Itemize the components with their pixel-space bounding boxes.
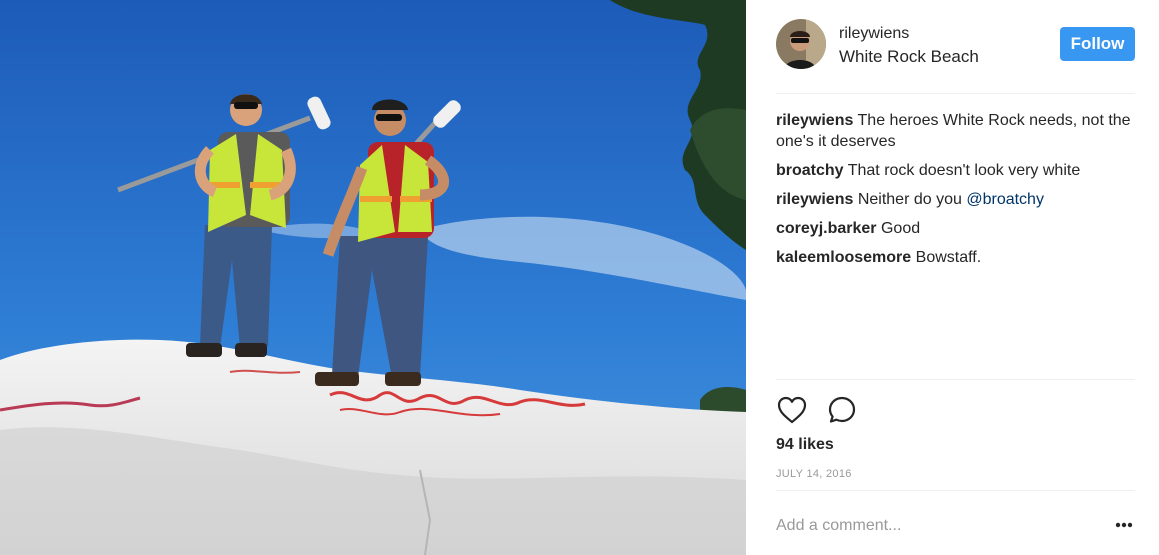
comment-item: kaleemloosemore Bowstaff. — [776, 247, 1135, 268]
likes-count[interactable]: 94 likes — [776, 436, 834, 454]
post-photo[interactable] — [0, 0, 746, 555]
comment-input[interactable] — [776, 515, 1096, 537]
comment-item: rileywiens Neither do you @broatchy — [776, 189, 1135, 210]
comment-item: broatchy That rock doesn't look very whi… — [776, 160, 1135, 181]
post-sidebar: rileywiens White Rock Beach Follow riley… — [746, 0, 1159, 555]
post-location[interactable]: White Rock Beach — [839, 47, 979, 67]
comment-author[interactable]: rileywiens — [776, 112, 853, 129]
comment-item: rileywiens The heroes White Rock needs, … — [776, 110, 1135, 152]
comment-item: coreyj.barker Good — [776, 218, 1135, 239]
post-date[interactable]: JULY 14, 2016 — [776, 468, 852, 480]
comments-list: rileywiens The heroes White Rock needs, … — [776, 110, 1135, 276]
comment-author[interactable]: coreyj.barker — [776, 220, 877, 237]
comment-author[interactable]: broatchy — [776, 162, 844, 179]
post-actions: 94 likes JULY 14, 2016 — [776, 379, 1135, 489]
avatar[interactable] — [776, 19, 826, 69]
comment-text: Bowstaff. — [915, 249, 982, 266]
comment-bubble-icon[interactable] — [826, 394, 858, 426]
comment-text: Good — [880, 220, 921, 237]
comment-author[interactable]: kaleemloosemore — [776, 249, 911, 266]
post-header: rileywiens White Rock Beach Follow — [776, 0, 1135, 94]
comment-author[interactable]: rileywiens — [776, 191, 853, 208]
follow-button[interactable]: Follow — [1060, 27, 1135, 61]
comment-text: That rock doesn't look very white — [847, 162, 1081, 179]
more-options-icon[interactable] — [1114, 517, 1134, 533]
post-author-username[interactable]: rileywiens — [839, 25, 909, 43]
comment-text: Neither do you — [857, 191, 967, 208]
comment-mention-link[interactable]: @broatchy — [966, 191, 1044, 208]
heart-icon[interactable] — [776, 394, 808, 426]
add-comment-section — [776, 490, 1135, 555]
